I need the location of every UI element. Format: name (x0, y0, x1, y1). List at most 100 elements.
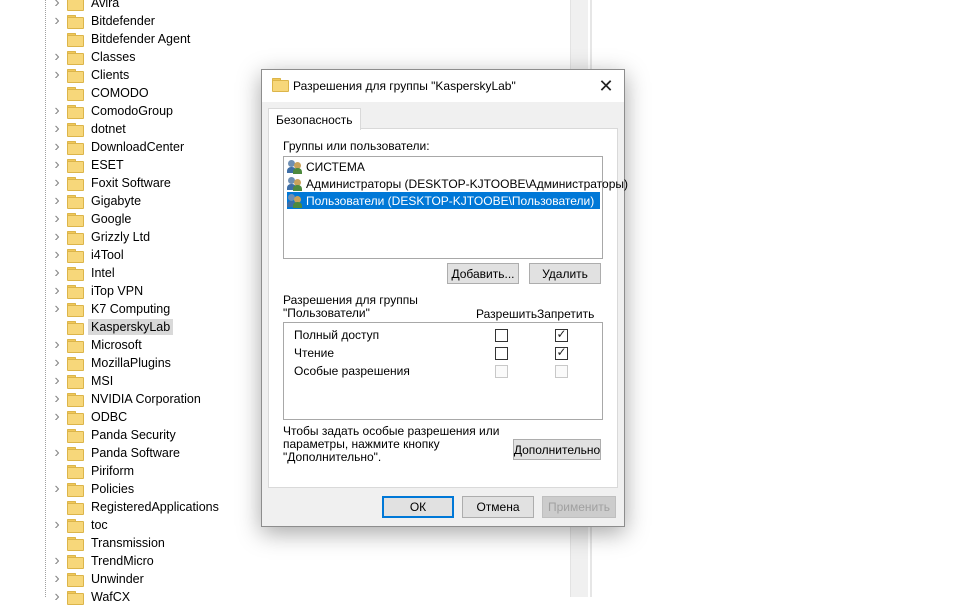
tree-item-selected[interactable]: KasperskyLab (50, 318, 174, 336)
tree-item[interactable]: › TrendMicro (50, 552, 157, 570)
chevron-right-icon[interactable]: › (50, 12, 64, 30)
tab-security[interactable]: Безопасность (268, 108, 361, 130)
chevron-right-icon[interactable]: › (50, 246, 64, 264)
dialog-titlebar[interactable]: Разрешения для группы "KasperskyLab" ✕ (262, 70, 624, 102)
user-group-icon (287, 193, 304, 208)
tree-item[interactable]: RegisteredApplications (50, 498, 222, 516)
add-button[interactable]: Добавить... (447, 263, 519, 284)
chevron-right-icon[interactable]: › (50, 336, 64, 354)
folder-icon (67, 429, 84, 443)
chevron-right-icon[interactable]: › (50, 552, 64, 570)
allow-checkbox-read[interactable] (495, 347, 508, 360)
tree-item[interactable]: › toc (50, 516, 111, 534)
tree-item[interactable]: › Intel (50, 264, 118, 282)
chevron-right-icon[interactable]: › (50, 102, 64, 120)
tree-item[interactable]: › ComodoGroup (50, 102, 176, 120)
chevron-right-icon[interactable]: › (50, 48, 64, 66)
tree-item[interactable]: › Unwinder (50, 570, 147, 588)
tree-item[interactable]: COMODO (50, 84, 152, 102)
tree-item-label: toc (91, 518, 108, 532)
tree-item[interactable]: › dotnet (50, 120, 129, 138)
tree-item[interactable]: › ESET (50, 156, 127, 174)
permissions-list[interactable]: Полный доступ ✓ Чтение ✓ Особые разрешен… (283, 322, 603, 420)
tree-item[interactable]: › Gigabyte (50, 192, 144, 210)
tree-item[interactable]: › K7 Computing (50, 300, 173, 318)
users-listbox[interactable]: СИСТЕМА Администраторы (DESKTOP-KJTOOBE\… (283, 156, 628, 259)
advanced-button[interactable]: Дополнительно (513, 439, 601, 460)
chevron-right-icon[interactable]: › (50, 300, 64, 318)
tree-item[interactable]: Piriform (50, 462, 137, 480)
tree-item[interactable]: › ODBC (50, 408, 130, 426)
allow-checkbox-full-access[interactable] (495, 329, 508, 342)
chevron-right-icon[interactable]: › (50, 408, 64, 426)
tree-item-label: iTop VPN (91, 284, 144, 298)
user-list-item-selected[interactable]: Пользователи (DESKTOP-KJTOOBE\Пользовате… (287, 192, 600, 209)
tree-item[interactable]: › Clients (50, 66, 132, 84)
tree-item[interactable]: Panda Security (50, 426, 179, 444)
tree-item[interactable]: › Microsoft (50, 336, 145, 354)
tree-item[interactable]: › DownloadCenter (50, 138, 187, 156)
chevron-right-icon (50, 30, 64, 48)
tree-item[interactable]: › MozillaPlugins (50, 354, 174, 372)
chevron-right-icon[interactable]: › (50, 588, 64, 606)
tree-item[interactable]: Bitdefender Agent (50, 30, 193, 48)
permissions-header-line2: "Пользователи" (283, 306, 370, 320)
tree-item[interactable]: › NVIDIA Corporation (50, 390, 204, 408)
folder-icon (67, 195, 84, 209)
chevron-right-icon[interactable]: › (50, 480, 64, 498)
folder-icon (67, 267, 84, 281)
chevron-right-icon[interactable]: › (50, 372, 64, 390)
chevron-right-icon[interactable]: › (50, 120, 64, 138)
tree-item[interactable]: › Foxit Software (50, 174, 174, 192)
deny-checkbox-read[interactable]: ✓ (555, 345, 568, 360)
check-icon: ✓ (556, 345, 567, 359)
tree-item[interactable]: › Grizzly Ltd (50, 228, 153, 246)
tree-item[interactable]: › i4Tool (50, 246, 127, 264)
tree-item[interactable]: › Bitdefender (50, 12, 158, 30)
chevron-right-icon[interactable]: › (50, 282, 64, 300)
permissions-dialog: Разрешения для группы "KasperskyLab" ✕ Б… (261, 69, 628, 527)
chevron-right-icon[interactable]: › (50, 264, 64, 282)
folder-icon (67, 357, 84, 371)
chevron-right-icon[interactable]: › (50, 192, 64, 210)
close-icon[interactable]: ✕ (588, 70, 624, 102)
chevron-right-icon (50, 462, 64, 480)
chevron-right-icon[interactable]: › (50, 444, 64, 462)
tree-item-label: ComodoGroup (91, 104, 173, 118)
chevron-right-icon[interactable]: › (50, 156, 64, 174)
tree-item[interactable]: › Panda Software (50, 444, 183, 462)
remove-button[interactable]: Удалить (529, 263, 601, 284)
chevron-right-icon[interactable]: › (50, 138, 64, 156)
chevron-right-icon[interactable]: › (50, 66, 64, 84)
chevron-right-icon[interactable]: › (50, 354, 64, 372)
folder-icon (67, 33, 84, 47)
chevron-right-icon[interactable]: › (50, 570, 64, 588)
chevron-right-icon[interactable]: › (50, 228, 64, 246)
tree-item[interactable]: › Policies (50, 480, 137, 498)
tree-item-label: Google (91, 212, 132, 226)
folder-icon (67, 393, 84, 407)
folder-icon (67, 303, 84, 317)
folder-icon (67, 141, 84, 155)
chevron-right-icon[interactable]: › (50, 210, 64, 228)
tree-item[interactable]: Transmission (50, 534, 168, 552)
user-list-item[interactable]: Администраторы (DESKTOP-KJTOOBE\Админист… (287, 175, 628, 192)
folder-icon (67, 177, 84, 191)
tree-item[interactable]: › WafCX (50, 588, 133, 606)
tree-item[interactable]: › MSI (50, 372, 116, 390)
chevron-right-icon[interactable]: › (50, 0, 64, 12)
tree-item-label: Policies (91, 482, 135, 496)
ok-button[interactable]: ОК (382, 496, 454, 518)
permissions-header: Разрешения для группы "Пользователи" (283, 294, 418, 320)
chevron-right-icon[interactable]: › (50, 516, 64, 534)
chevron-right-icon[interactable]: › (50, 174, 64, 192)
tree-item[interactable]: › Classes (50, 48, 138, 66)
tree-item-label: Foxit Software (91, 176, 171, 190)
tree-item[interactable]: › iTop VPN (50, 282, 146, 300)
user-list-item[interactable]: СИСТЕМА (287, 158, 365, 175)
chevron-right-icon[interactable]: › (50, 390, 64, 408)
tree-item[interactable]: › Google (50, 210, 134, 228)
tree-item[interactable]: › Avira (50, 0, 122, 12)
deny-checkbox-full-access[interactable]: ✓ (555, 327, 568, 342)
cancel-button[interactable]: Отмена (462, 496, 534, 518)
